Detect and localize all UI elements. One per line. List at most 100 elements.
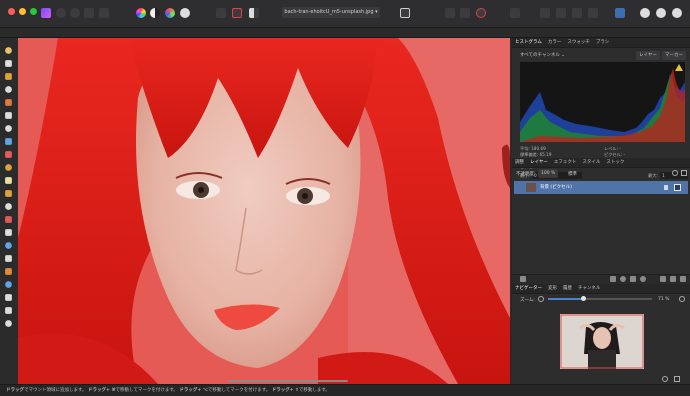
tab-history[interactable]: 履歴 xyxy=(560,284,575,294)
app-logo-icon[interactable] xyxy=(41,8,51,18)
persona-develop-icon[interactable] xyxy=(56,8,66,18)
document-title-tab[interactable]: bach-tran-ehoitcU_m5-unsplash.jpg ▾ xyxy=(282,7,380,18)
wand-icon[interactable] xyxy=(510,8,520,18)
canvas-scrollbar[interactable] xyxy=(228,380,348,382)
live-filter-icon[interactable] xyxy=(640,276,646,282)
dodge-icon[interactable] xyxy=(5,190,12,197)
zoom-icon[interactable] xyxy=(5,307,12,314)
zoom-slider-fill xyxy=(548,298,584,300)
thumb-shirt xyxy=(588,350,616,369)
layer-settings-icon[interactable] xyxy=(672,170,678,176)
selection-icon[interactable] xyxy=(5,112,12,119)
tab-stock[interactable]: ストック xyxy=(603,158,627,168)
histogram-svg xyxy=(520,68,685,142)
color-picker-icon[interactable] xyxy=(5,151,12,158)
layer-row[interactable]: 背景 (ピクセル) xyxy=(514,181,688,194)
hsl-icon[interactable] xyxy=(165,8,175,18)
tab-channels[interactable]: チャンネル xyxy=(575,284,603,294)
rotate-icon[interactable] xyxy=(588,8,598,18)
fill-icon[interactable] xyxy=(5,138,12,145)
account-icon[interactable] xyxy=(672,8,682,18)
share-icon[interactable] xyxy=(656,8,666,18)
snapping-icon[interactable] xyxy=(445,8,455,18)
blend-mode-select[interactable]: 標準 xyxy=(568,171,577,177)
group-icon[interactable] xyxy=(660,276,666,282)
color-wheel-icon[interactable] xyxy=(136,8,146,18)
studio-icon[interactable] xyxy=(615,8,625,18)
pen-icon[interactable] xyxy=(5,73,12,80)
layer-add-icon[interactable] xyxy=(681,170,687,176)
opacity-field[interactable]: 100 % xyxy=(538,169,559,178)
view-mode-icon[interactable] xyxy=(400,8,410,18)
stamp-icon[interactable] xyxy=(5,216,12,223)
blur-icon[interactable] xyxy=(5,242,12,249)
channel-select[interactable]: すべてのチャンネル ⌄ xyxy=(520,52,565,58)
status-keyword-shift: ドラッグ+ ⇧ xyxy=(271,388,299,393)
tab-layers[interactable]: レイヤー xyxy=(527,158,551,168)
tab-transform[interactable]: 変形 xyxy=(545,284,560,294)
tab-adjustments[interactable]: 調整 xyxy=(512,158,527,168)
status-text: で移動してマークを付けます。 xyxy=(115,388,178,393)
persona-liquify-icon[interactable] xyxy=(70,8,80,18)
gradient-icon[interactable] xyxy=(5,268,12,275)
flip-icon[interactable] xyxy=(572,8,582,18)
smudge-icon[interactable] xyxy=(5,229,12,236)
mask-layer-icon[interactable] xyxy=(610,276,616,282)
tab-navigator[interactable]: ナビゲーター xyxy=(512,284,545,294)
clone-icon[interactable] xyxy=(5,203,12,210)
zoom-value[interactable]: 71 % xyxy=(658,297,669,302)
minimize-window-icon[interactable] xyxy=(19,8,26,15)
view-icon[interactable] xyxy=(5,320,12,327)
delete-layer-icon[interactable] xyxy=(680,276,686,282)
tab-effects[interactable]: エフェクト xyxy=(551,158,580,168)
document-canvas[interactable] xyxy=(18,38,510,384)
marker-toggle-button[interactable]: マーカー xyxy=(662,51,686,60)
persona-tone-icon[interactable] xyxy=(99,8,109,18)
maximize-window-icon[interactable] xyxy=(30,8,37,15)
zoom-slider-thumb[interactable] xyxy=(580,296,586,301)
align-icon[interactable] xyxy=(556,8,566,18)
navigator-add-icon[interactable] xyxy=(674,376,680,382)
tab-brushes[interactable]: ブラシ xyxy=(593,38,612,48)
levels-icon[interactable] xyxy=(150,8,160,18)
studio-panels: ヒストグラム カラー スウォッチ ブラシ すべてのチャンネル ⌄ レイヤー マーカー … xyxy=(512,38,690,384)
zoom-in-icon[interactable] xyxy=(679,296,685,302)
chat-icon[interactable] xyxy=(640,8,650,18)
crop-icon[interactable] xyxy=(5,86,12,93)
grid-icon[interactable] xyxy=(460,8,470,18)
close-window-icon[interactable] xyxy=(8,8,15,15)
tab-styles[interactable]: スタイル xyxy=(579,158,603,168)
selection-mode-icon[interactable] xyxy=(216,8,226,18)
lasso-icon[interactable] xyxy=(5,125,12,132)
lock-icon[interactable] xyxy=(664,185,668,190)
text-icon[interactable] xyxy=(5,294,12,301)
adjustment-layer-icon[interactable] xyxy=(620,276,626,282)
layer-toggle-button[interactable]: レイヤー xyxy=(636,51,660,60)
quick-mask-icon[interactable] xyxy=(232,8,242,18)
layers-stack-icon[interactable] xyxy=(520,276,526,282)
brush-icon[interactable] xyxy=(5,99,12,106)
persona-export-icon[interactable] xyxy=(84,8,94,18)
assistant-icon[interactable] xyxy=(476,8,486,18)
zoom-out-icon[interactable] xyxy=(538,296,544,302)
tab-histogram[interactable]: ヒストグラム xyxy=(512,38,545,48)
thumb-face xyxy=(593,327,611,349)
rect-shape-icon[interactable] xyxy=(5,281,12,288)
tab-color[interactable]: カラー xyxy=(545,38,565,48)
white-balance-icon[interactable] xyxy=(180,8,190,18)
context-toolbar xyxy=(0,28,690,38)
sharpen-icon[interactable] xyxy=(5,255,12,262)
new-layer-icon[interactable] xyxy=(670,276,676,282)
mask-icon[interactable] xyxy=(249,8,259,18)
eraser-icon[interactable] xyxy=(5,177,12,184)
visibility-checkbox[interactable] xyxy=(674,184,681,191)
zoom-slider[interactable] xyxy=(548,296,652,301)
arrange-icon[interactable] xyxy=(540,8,550,18)
fx-icon[interactable] xyxy=(630,276,636,282)
hand-icon[interactable] xyxy=(5,47,12,54)
paint-icon[interactable] xyxy=(5,164,12,171)
tab-swatches[interactable]: スウォッチ xyxy=(564,38,593,48)
navigator-thumbnail[interactable] xyxy=(560,314,644,369)
move-icon[interactable] xyxy=(5,60,12,67)
navigator-settings-icon[interactable] xyxy=(662,376,668,382)
